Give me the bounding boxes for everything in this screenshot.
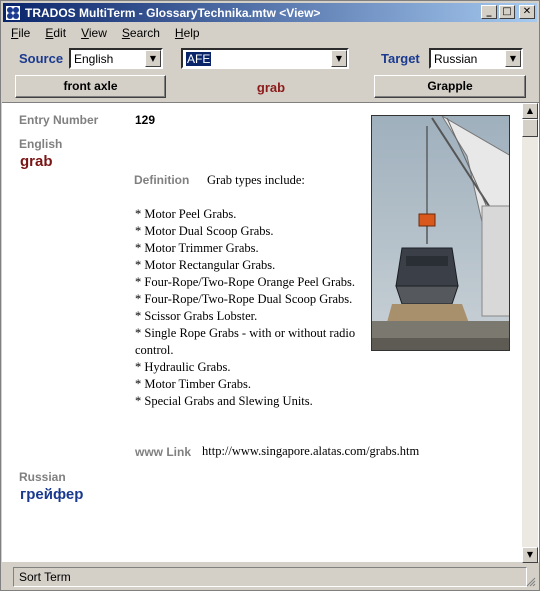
entry-number: 129 (135, 113, 156, 127)
definition-item: * Special Grabs and Slewing Units. (135, 394, 313, 408)
entry-number-label: Entry Number (19, 113, 99, 127)
maximize-button[interactable]: □ (499, 5, 515, 19)
chevron-down-icon[interactable]: ▼ (331, 50, 347, 67)
target-language-select[interactable]: Russian ▼ (429, 48, 523, 69)
chevron-down-icon[interactable]: ▼ (505, 50, 521, 67)
definition-list: * Motor Peel Grabs. * Motor Dual Scoop G… (135, 206, 363, 410)
definition-item: * Motor Trimmer Grabs. (135, 241, 259, 255)
definition-item: * Motor Rectangular Grabs. (135, 258, 276, 272)
definition-item: * Hydraulic Grabs. (135, 360, 231, 374)
grab-crane-photo (371, 115, 510, 351)
target-language-heading: Russian (19, 470, 66, 484)
multiterm-app-icon (6, 5, 20, 20)
menu-edit[interactable]: Edit (37, 26, 73, 40)
definition-item: * Single Rope Grabs - with or without ra… (135, 326, 356, 357)
www-link[interactable]: http://www.singapore.alatas.com/grabs.ht… (202, 444, 419, 459)
status-bar: Sort Term (13, 567, 527, 587)
scroll-up-icon[interactable]: ▲ (522, 103, 538, 119)
source-language-select[interactable]: English ▼ (69, 48, 163, 69)
target-label: Target (381, 51, 420, 66)
crane-illustration (372, 116, 509, 350)
window-title: TRADOS MultiTerm - GlossaryTechnika.mtw … (25, 5, 321, 20)
source-label: Source (19, 51, 64, 66)
definition-item: * Four-Rope/Two-Rope Dual Scoop Grabs. (135, 292, 353, 306)
menu-file[interactable]: File (3, 26, 37, 40)
menu-bar: File Edit View Search Help (3, 24, 207, 42)
scroll-thumb[interactable] (522, 119, 538, 137)
definition-item: * Motor Dual Scoop Grabs. (135, 224, 274, 238)
app-window: TRADOS MultiTerm - GlossaryTechnika.mtw … (0, 0, 540, 591)
menu-help[interactable]: Help (167, 26, 207, 40)
close-button[interactable]: ✕ (519, 5, 535, 19)
previous-term-button[interactable]: front axle (15, 75, 166, 98)
definition-item: * Scissor Grabs Lobster. (135, 309, 258, 323)
chevron-down-icon[interactable]: ▼ (145, 50, 161, 67)
definition-intro: Grab types include: (207, 173, 305, 187)
definition-item: * Four-Rope/Two-Rope Orange Peel Grabs. (135, 275, 356, 289)
status-text: Sort Term (19, 570, 71, 584)
source-term: grab (20, 153, 53, 170)
title-bar[interactable]: TRADOS MultiTerm - GlossaryTechnika.mtw … (3, 3, 537, 22)
term-search-combo[interactable]: AFE ▼ (181, 48, 349, 69)
definition-item: * Motor Peel Grabs. (135, 207, 237, 221)
target-term: грейфер (20, 486, 84, 503)
source-language-value: English (74, 52, 114, 66)
next-term-button[interactable]: Grapple (374, 75, 526, 98)
term-navigation: front axle grab Grapple (1, 75, 540, 99)
term-search-value: AFE (186, 52, 212, 66)
entry-view[interactable]: Entry Number 129 English grab Definition… (2, 102, 539, 563)
definition-item: * Motor Timber Grabs. (135, 377, 251, 391)
target-language-value: Russian (434, 52, 478, 66)
vertical-scrollbar[interactable]: ▲ ▼ (522, 103, 538, 563)
source-language-heading: English (19, 137, 63, 151)
menu-search[interactable]: Search (114, 26, 167, 40)
language-toolbar: Source English ▼ AFE ▼ Target Russian ▼ (1, 47, 540, 71)
minimize-button[interactable]: _ (481, 5, 497, 19)
menu-view[interactable]: View (73, 26, 114, 40)
scroll-down-icon[interactable]: ▼ (522, 547, 538, 563)
www-link-label: www Link (135, 445, 192, 459)
resize-grip-icon[interactable] (526, 577, 536, 587)
current-term: grab (256, 80, 286, 95)
